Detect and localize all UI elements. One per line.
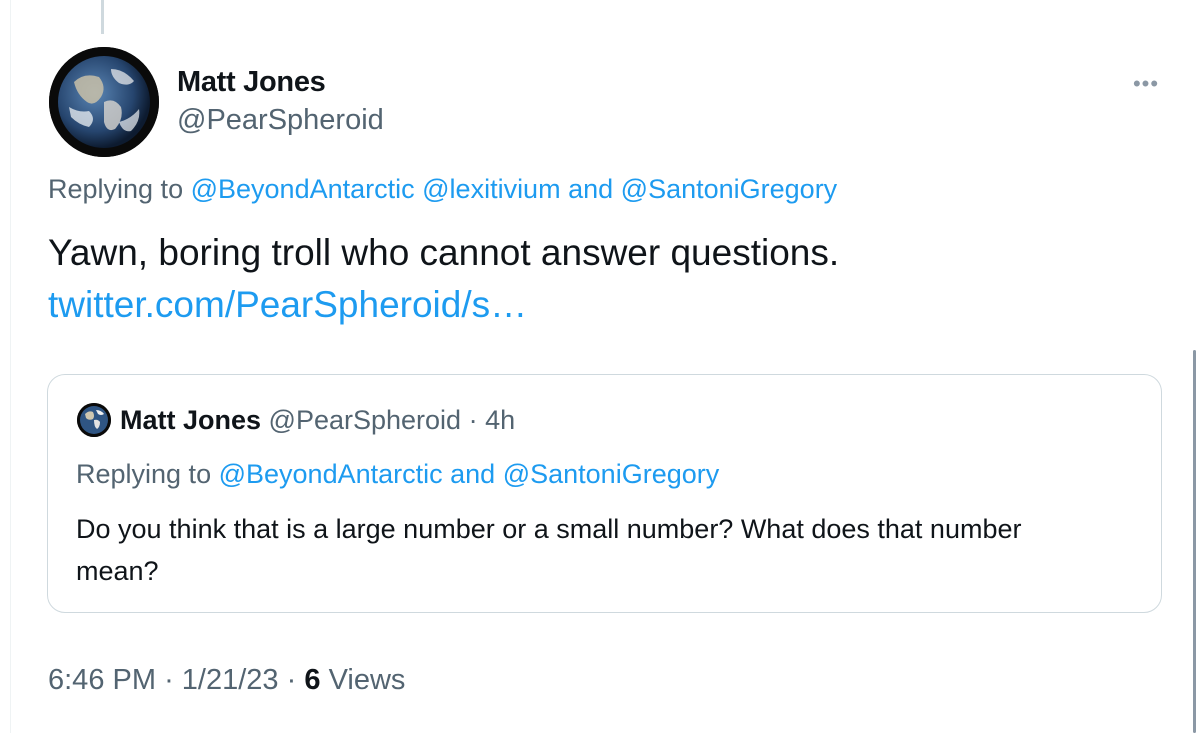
scrollbar[interactable]	[1193, 350, 1196, 733]
quoted-avatar	[77, 403, 111, 437]
quoted-tweet-text: Do you think that is a large number or a…	[76, 514, 1022, 586]
earth-avatar-image	[49, 47, 159, 157]
avatar[interactable]	[49, 47, 159, 157]
mention-conjunction: and	[450, 459, 496, 489]
mention-link: @BeyondAntarctic	[218, 459, 443, 489]
tweet-detail-view: Matt Jones @PearSpheroid ••• Replying to…	[0, 0, 1200, 733]
mention-link: @SantoniGregory	[502, 459, 720, 489]
tweet-footer: 6:46 PM · 1/21/23 · 6 Views	[48, 664, 405, 697]
footer-separator: ·	[164, 664, 174, 696]
tweet-body: Yawn, boring troll who cannot answer que…	[48, 227, 839, 331]
earth-avatar-image	[77, 403, 111, 437]
mention-link[interactable]: @lexitivium	[422, 174, 560, 204]
quoted-replying-to-line: Replying to @BeyondAntarctic and @Santon…	[76, 459, 719, 490]
thread-connector-line	[101, 0, 104, 34]
replying-to-prefix: Replying to	[76, 459, 212, 489]
more-horizontal-icon: •••	[1132, 71, 1160, 96]
views-count[interactable]: 6	[304, 664, 320, 696]
views-label[interactable]: Views	[329, 664, 406, 696]
header-separator: ·	[461, 405, 486, 435]
quoted-time: 4h	[485, 405, 516, 435]
mention-link[interactable]: @BeyondAntarctic	[191, 174, 415, 204]
quoted-tweet-card[interactable]: Matt Jones @PearSpheroid · 4h Replying t…	[47, 374, 1162, 613]
author-handle[interactable]: @PearSpheroid	[177, 104, 384, 137]
tweet-date[interactable]: 1/21/23	[182, 664, 279, 696]
quoted-author-handle: @PearSpheroid	[268, 405, 462, 435]
footer-separator: ·	[286, 664, 297, 696]
mention-conjunction[interactable]: and	[568, 174, 613, 204]
quoted-header: Matt Jones @PearSpheroid · 4h	[120, 405, 515, 436]
more-options-button[interactable]: •••	[1127, 70, 1165, 98]
tweet-text: Yawn, boring troll who cannot answer que…	[48, 232, 840, 273]
tweet-time[interactable]: 6:46 PM	[48, 664, 156, 696]
timeline-border	[10, 0, 11, 733]
mention-link[interactable]: @SantoniGregory	[621, 174, 838, 204]
quoted-author-name: Matt Jones	[120, 405, 262, 435]
tweet-link[interactable]: twitter.com/PearSpheroid/s…	[48, 279, 839, 331]
author-name[interactable]: Matt Jones	[177, 66, 326, 99]
replying-to-line: Replying to @BeyondAntarctic @lexitivium…	[48, 174, 837, 205]
replying-to-prefix: Replying to	[48, 174, 184, 204]
